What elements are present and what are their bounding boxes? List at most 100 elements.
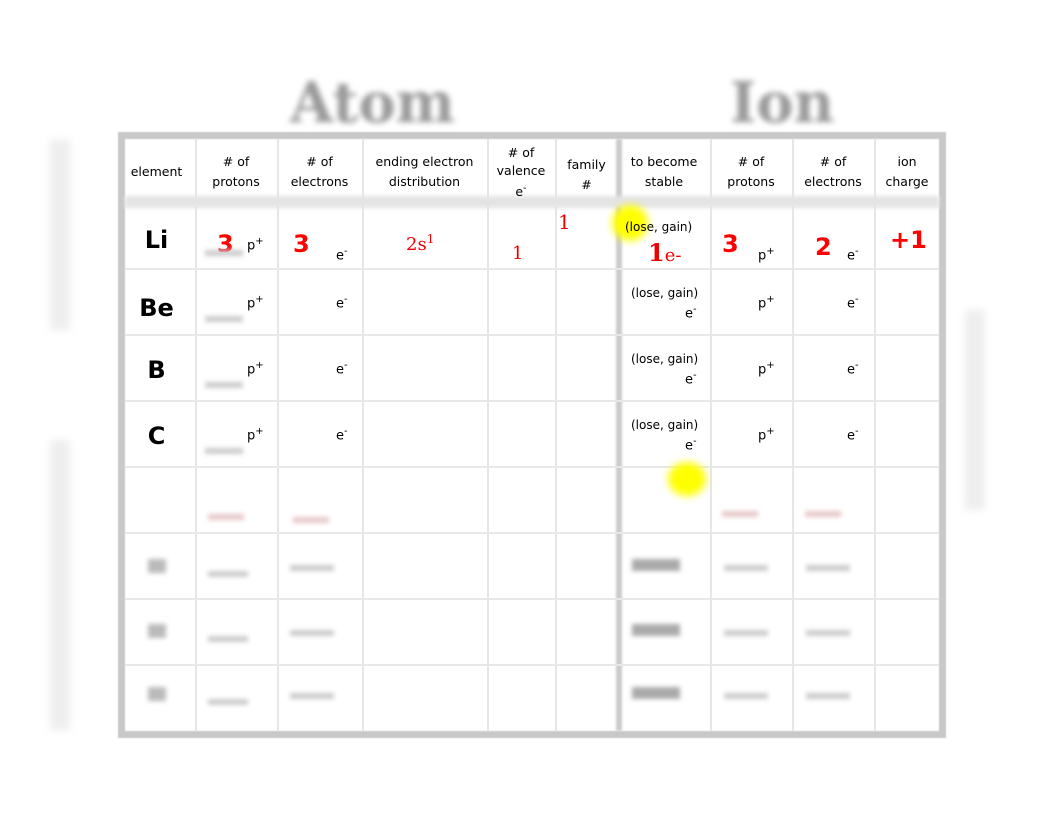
unit-text: e	[847, 428, 855, 444]
unit-sign: -	[693, 304, 697, 315]
unit-sign: +	[255, 294, 264, 305]
header-text: electrons	[290, 174, 349, 189]
proton-unit: p+	[247, 294, 264, 311]
lose-gain-label: (lose, gain)	[631, 352, 699, 366]
unit-text: e	[847, 248, 855, 264]
electron-unit: e-	[336, 246, 348, 263]
li-ion-protons: 3	[722, 230, 739, 258]
electron-unit: e-	[336, 426, 348, 443]
right-margin-blur	[965, 310, 985, 510]
blurred-answer	[722, 511, 758, 517]
lose-gain-label: (lose, gain)	[631, 418, 699, 432]
unit-sign: -	[855, 426, 859, 437]
blank-line	[205, 316, 243, 322]
header-protons: # of protons	[195, 152, 277, 192]
header-text: # of	[507, 145, 535, 160]
header-text: electrons	[804, 174, 862, 189]
proton-unit: p+	[247, 360, 264, 377]
blurred-text	[806, 630, 850, 636]
blurred-text	[724, 630, 768, 636]
stable-electron-unit: e-	[685, 436, 697, 453]
unit-text: e	[847, 296, 855, 312]
header-text: # of	[737, 154, 765, 169]
li-charge: +1	[890, 226, 927, 254]
unit-sign: +	[255, 360, 264, 371]
unit-sign: -	[344, 246, 348, 257]
blank-line	[205, 382, 243, 388]
li-ion-electrons: 2	[815, 233, 832, 261]
ion-electron-unit: e-	[847, 360, 859, 377]
header-text: stable	[644, 174, 684, 189]
worksheet-table	[118, 132, 946, 738]
li-stable-unit: e-	[664, 245, 682, 266]
col-divider	[555, 139, 557, 731]
li-stable: 1e-	[648, 238, 681, 267]
blank-line	[205, 250, 243, 256]
col-divider	[792, 139, 794, 731]
header-text: e	[515, 184, 524, 200]
header-element: element	[118, 162, 195, 182]
ion-electron-unit: e-	[847, 246, 859, 263]
blurred-text	[290, 630, 334, 636]
li-valence: 1	[512, 243, 524, 264]
row-divider	[125, 334, 939, 336]
unit-text: e	[336, 248, 344, 264]
unit-sign: -	[344, 426, 348, 437]
blurred-text	[724, 565, 768, 571]
unit-text: e	[847, 362, 855, 378]
ion-proton-unit: p+	[758, 294, 775, 311]
header-text: distribution	[388, 174, 461, 189]
header-charge: ion charge	[874, 152, 940, 192]
li-distribution-sup: 1	[426, 232, 435, 246]
proton-unit: p+	[247, 426, 264, 443]
unit-text: e	[336, 296, 344, 312]
header-ion-protons: # of protons	[710, 152, 792, 192]
li-family: 1	[558, 210, 571, 234]
unit-text: e	[336, 428, 344, 444]
blurred-element	[148, 687, 166, 701]
li-lose-gain: (lose, gain)	[625, 220, 693, 234]
blurred-text	[632, 559, 680, 571]
stable-electron-unit: e-	[685, 304, 697, 321]
header-ion-electrons: # of electrons	[792, 152, 874, 192]
unit-sign: -	[693, 436, 697, 447]
blurred-element	[148, 624, 166, 638]
col-divider	[874, 139, 876, 731]
header-text: protons	[212, 174, 260, 189]
stable-electron-unit: e-	[685, 370, 697, 387]
unit-sign: -	[344, 360, 348, 371]
unit-sign: +	[255, 236, 264, 247]
col-divider	[487, 139, 489, 731]
blurred-text	[632, 624, 680, 636]
left-margin-blur	[50, 140, 70, 330]
header-electrons: # of electrons	[277, 152, 362, 192]
blurred-text	[724, 693, 768, 699]
header-text: charge	[885, 174, 929, 189]
unit-sign: +	[766, 246, 775, 257]
header-text: #	[581, 177, 592, 192]
header-text: element	[130, 164, 183, 179]
blurred-text	[632, 687, 680, 699]
li-stable-num: 1	[648, 238, 665, 267]
row-divider	[125, 400, 939, 402]
col-divider	[362, 139, 364, 731]
element-li: Li	[144, 226, 169, 254]
header-text: to become	[630, 154, 698, 169]
header-valence: # of valence e-	[487, 144, 555, 201]
blurred-text	[208, 699, 248, 705]
blurred-answer	[293, 517, 329, 523]
header-text: # of	[222, 154, 250, 169]
electron-unit: e-	[336, 360, 348, 377]
unit-text: e	[685, 306, 693, 322]
li-distribution: 2s1	[406, 232, 434, 255]
unit-sign: -	[855, 246, 859, 257]
highlight-mark	[668, 462, 706, 496]
unit-sign: -	[693, 370, 697, 381]
blurred-text	[806, 693, 850, 699]
unit-text: e	[336, 362, 344, 378]
unit-sign: +	[255, 426, 264, 437]
header-text: # of	[306, 154, 333, 169]
proton-unit: p+	[247, 236, 264, 253]
element-be: Be	[139, 294, 174, 322]
header-text: protons	[727, 174, 775, 189]
